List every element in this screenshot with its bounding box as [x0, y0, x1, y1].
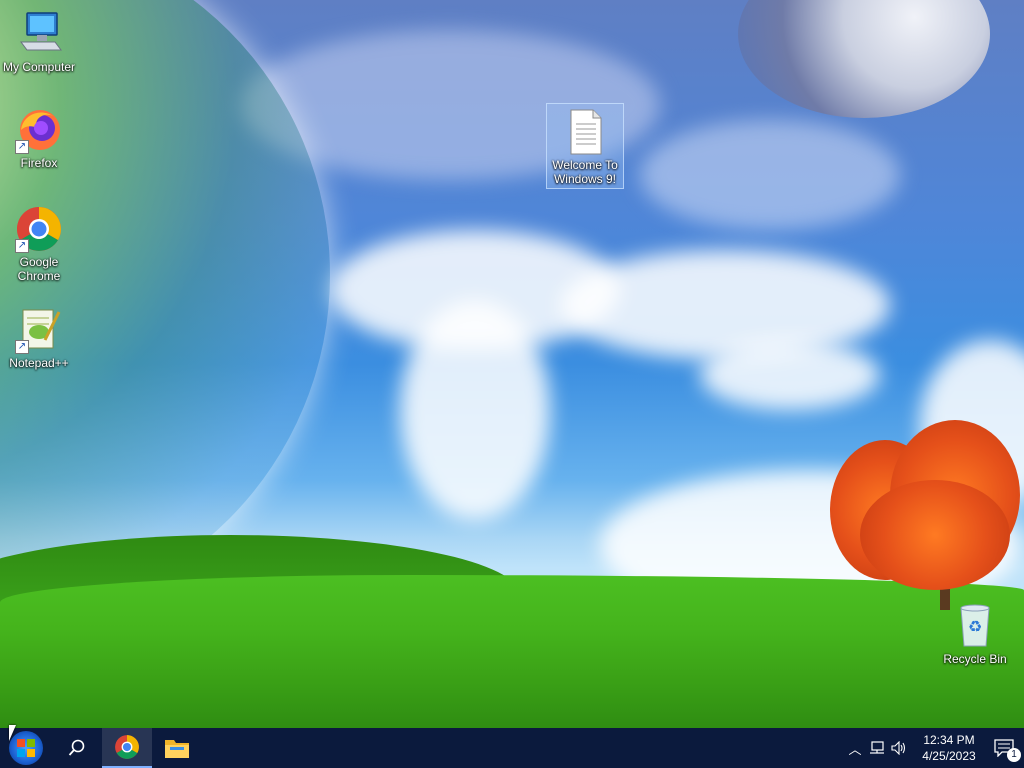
network-tray-button[interactable] [866, 728, 888, 768]
notification-count-badge: 1 [1007, 748, 1021, 762]
computer-icon [15, 10, 63, 58]
desktop-icon-firefox[interactable]: ↗ Firefox [1, 106, 77, 170]
firefox-icon: ↗ [15, 106, 63, 154]
folder-icon [165, 740, 189, 758]
desktop-icon-welcome-text-file[interactable]: Welcome To Windows 9! [546, 103, 624, 189]
desktop-icon-label: Google Chrome [17, 255, 61, 283]
desktop-icon-recycle-bin[interactable]: ♻ Recycle Bin [937, 602, 1013, 666]
desktop: My Computer ↗ Firefox ↗ Google Chrome ↗ … [0, 0, 1024, 728]
svg-text:♻: ♻ [968, 617, 982, 636]
clock[interactable]: 12:34 PM 4/25/2023 [914, 728, 984, 768]
notification-center-button[interactable]: 1 [984, 728, 1024, 768]
desktop-icon-notepadpp[interactable]: ↗ Notepad++ [1, 306, 77, 370]
desktop-icon-label: Firefox [20, 156, 58, 170]
desktop-icon-label: Welcome To Windows 9! [552, 158, 618, 186]
taskbar-app-file-explorer[interactable] [152, 728, 202, 768]
desktop-icon-label: Notepad++ [9, 356, 69, 370]
chrome-icon [115, 735, 139, 759]
mouse-cursor [9, 725, 16, 741]
text-document-icon [561, 108, 609, 156]
volume-icon [891, 741, 906, 755]
shortcut-arrow-icon: ↗ [15, 239, 29, 253]
network-icon [870, 741, 884, 754]
notepadpp-icon: ↗ [15, 306, 63, 354]
notification-icon: 1 [994, 739, 1021, 762]
desktop-icon-label: Recycle Bin [943, 652, 1007, 666]
taskbar: ︿ 12:34 PM 4/25/2023 1 [0, 728, 1024, 768]
desktop-icon-my-computer[interactable]: My Computer [1, 10, 77, 74]
clock-date: 4/25/2023 [922, 749, 976, 763]
show-hidden-icons-button[interactable]: ︿ [844, 728, 866, 768]
volume-tray-button[interactable] [888, 728, 910, 768]
shortcut-arrow-icon: ↗ [15, 340, 29, 354]
desktop-icon-label: My Computer [2, 60, 76, 74]
shortcut-arrow-icon: ↗ [15, 140, 29, 154]
recycle-bin-icon: ♻ [951, 602, 999, 650]
search-icon [68, 739, 85, 756]
taskbar-app-chrome[interactable] [102, 728, 152, 768]
clock-time: 12:34 PM [923, 733, 975, 747]
desktop-icon-google-chrome[interactable]: ↗ Google Chrome [1, 205, 77, 283]
search-button[interactable] [52, 728, 102, 768]
chrome-icon: ↗ [15, 205, 63, 253]
start-button[interactable] [0, 728, 52, 768]
chevron-up-icon: ︿ [848, 741, 862, 757]
